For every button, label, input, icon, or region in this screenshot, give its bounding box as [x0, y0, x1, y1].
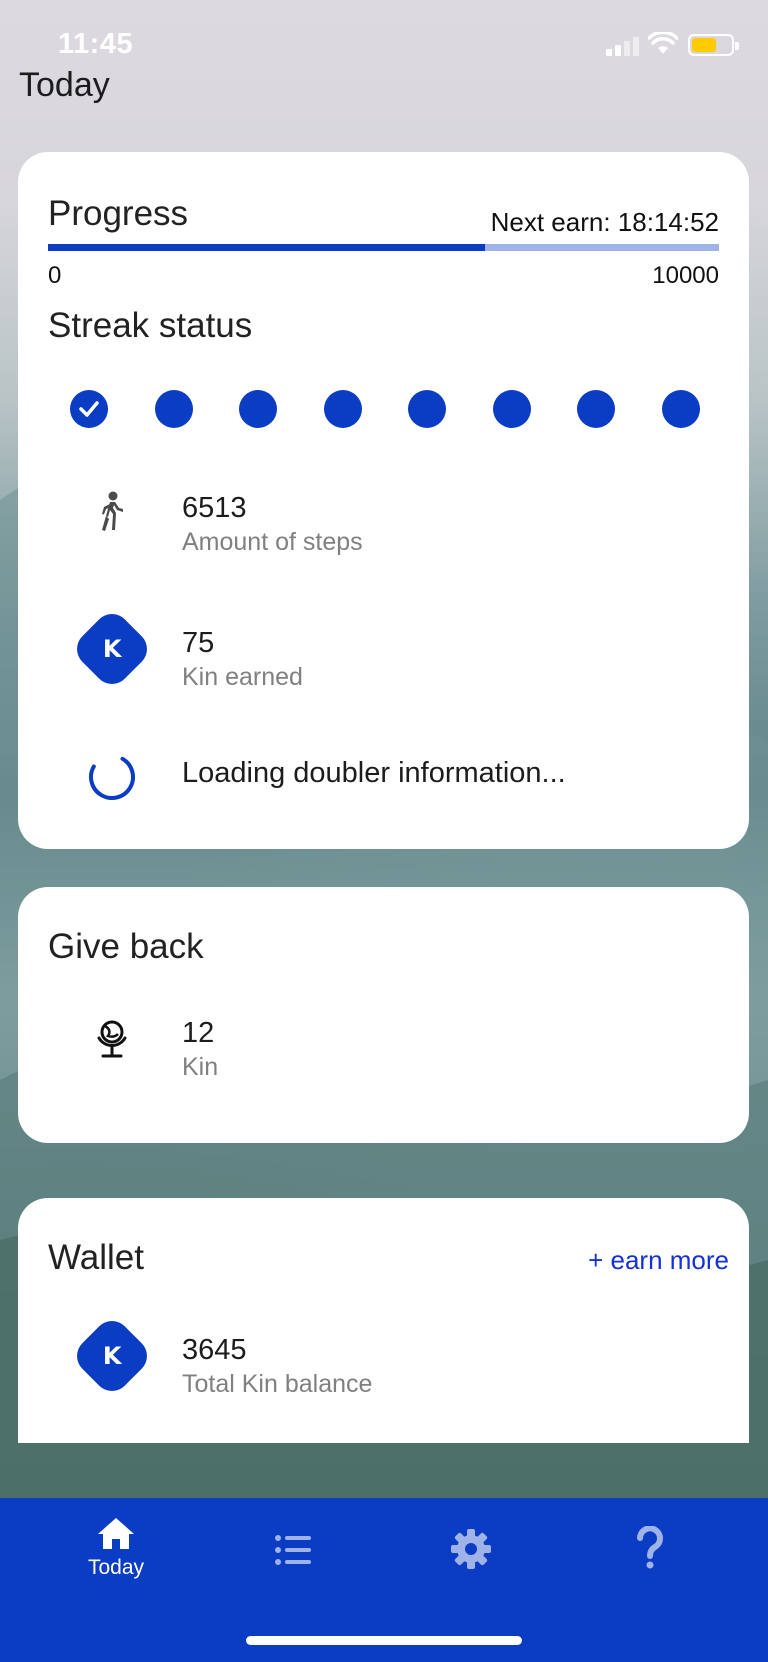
streak-day: [492, 390, 531, 428]
wifi-icon: [648, 32, 678, 54]
doubler-loading-text: Loading doubler information...: [182, 757, 566, 789]
wallet-balance-label: Total Kin balance: [182, 1370, 373, 1398]
status-time: 11:45: [58, 28, 134, 60]
kin-earned-label: Kin earned: [182, 663, 303, 691]
give-back-label: Kin: [182, 1053, 219, 1081]
home-icon: [98, 1518, 134, 1549]
give-back-card[interactable]: Give back 12 Kin: [18, 887, 749, 1143]
earn-more-link[interactable]: + earn more: [588, 1245, 729, 1276]
tab-settings[interactable]: [406, 1516, 536, 1596]
streak-day-completed: [70, 390, 108, 428]
give-back-value: 12: [182, 1017, 215, 1049]
wallet-card: Wallet + earn more K 3645 Total Kin bala…: [18, 1198, 749, 1443]
tab-today[interactable]: Today: [51, 1516, 181, 1596]
streak-day: [323, 390, 362, 428]
tab-today-label: Today: [87, 1556, 145, 1579]
kin-icon: K: [69, 606, 155, 692]
give-back-title: Give back: [48, 927, 204, 966]
help-icon: [637, 1526, 663, 1569]
progress-title: Progress: [48, 194, 189, 233]
streak-day: [577, 390, 615, 428]
streak-day: [661, 390, 700, 428]
tab-history[interactable]: [228, 1516, 358, 1596]
loading-spinner-icon: [80, 745, 144, 809]
next-earn-timer: Next earn: 18:14:52: [490, 207, 719, 237]
progress-card: Progress Next earn: 18:14:52 0 10000 Str…: [18, 152, 749, 849]
list-icon: [275, 1535, 311, 1565]
progress-min-label: 0: [48, 262, 62, 289]
checkmark-icon: [79, 401, 99, 417]
kin-earned-value: 75: [182, 627, 215, 659]
tab-help[interactable]: [585, 1516, 715, 1596]
streak-day: [408, 390, 446, 428]
streak-day: [239, 390, 277, 428]
wallet-balance-value: 3645: [182, 1334, 247, 1366]
kin-icon: K: [69, 1313, 155, 1399]
streak-row: [70, 390, 710, 430]
globe-icon: [80, 1007, 144, 1071]
gear-icon: [451, 1529, 491, 1569]
steps-label: Amount of steps: [182, 528, 363, 556]
status-bar: 11:45: [0, 0, 768, 70]
streak-title: Streak status: [48, 306, 253, 345]
steps-value: 6513: [182, 492, 247, 524]
home-indicator: [246, 1636, 522, 1645]
progress-bar: [48, 244, 719, 251]
page-title: Today: [19, 66, 110, 104]
wallet-title: Wallet: [48, 1238, 144, 1277]
streak-day: [154, 390, 193, 428]
progress-max-label: 10000: [652, 262, 719, 289]
progress-bar-fill: [48, 244, 486, 251]
battery-icon: [688, 34, 739, 56]
walking-icon: [80, 482, 144, 546]
cellular-signal-icon: [606, 36, 640, 56]
